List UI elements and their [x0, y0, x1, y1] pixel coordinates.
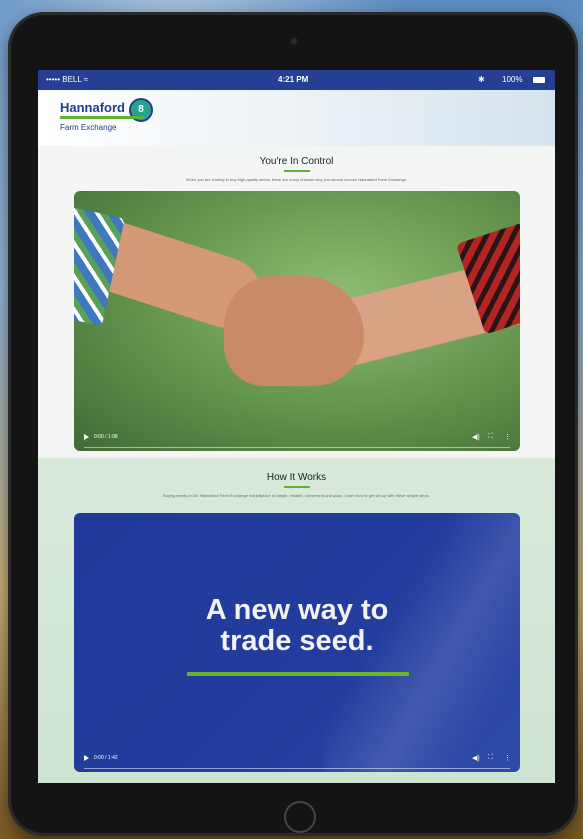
video-time: 0:00 / 1:42: [94, 755, 118, 761]
video-headline: A new way to trade seed.: [74, 595, 520, 657]
section-title-how: How It Works: [266, 472, 327, 483]
logo-subtitle: Farm Exchange: [60, 123, 117, 132]
play-icon[interactable]: [84, 755, 89, 761]
promo-video[interactable]: A new way to trade seed. 0:00 / 1:42 ◀) …: [74, 513, 520, 772]
video-time: 0:00 / 1:08: [94, 434, 118, 440]
section-underline: [284, 486, 310, 488]
fullscreen-icon[interactable]: ⛶: [488, 433, 493, 441]
clock-label: 4:21 PM: [278, 75, 309, 84]
video-progress-bar[interactable]: [84, 447, 510, 448]
tablet-screen: ••••• BELL ≈ 4:21 PM ✱ 100% Hannaford 8 …: [38, 70, 555, 783]
more-vert-icon[interactable]: ⋮: [504, 433, 511, 441]
video-controls: 0:00 / 1:42 ◀) ⛶ ⋮: [84, 754, 511, 769]
logo-title[interactable]: Hannaford: [60, 100, 125, 115]
video-controls: 0:00 / 1:08 ◀) ⛶ ⋮: [84, 433, 511, 448]
logo-underline: [60, 116, 144, 119]
camera-icon: [290, 37, 298, 45]
section-title-control: You're In Control: [259, 156, 334, 167]
site-header: Hannaford 8 Farm Exchange: [38, 90, 555, 146]
home-button[interactable]: [284, 801, 316, 833]
video-progress-bar[interactable]: [84, 768, 510, 769]
volume-icon[interactable]: ◀): [472, 754, 480, 762]
bluetooth-icon: ✱: [478, 75, 485, 84]
status-bar: ••••• BELL ≈ 4:21 PM ✱ 100%: [38, 70, 555, 90]
headline-line-1: A new way to: [205, 594, 389, 626]
handshake-video[interactable]: 0:00 / 1:08 ◀) ⛶ ⋮: [74, 191, 520, 451]
section-underline: [284, 170, 310, 172]
section-description-control: When you are looking to buy high-quality…: [185, 177, 408, 182]
clasped-hands: [224, 276, 364, 386]
battery-icon: [533, 77, 545, 83]
headline-underline: [187, 672, 409, 676]
play-icon[interactable]: [84, 434, 89, 440]
fullscreen-icon[interactable]: ⛶: [488, 754, 493, 762]
section-description-how: Buying seeds on 8X Hannaford Farm Exchan…: [163, 493, 430, 498]
more-vert-icon[interactable]: ⋮: [504, 754, 511, 762]
battery-percent: 100%: [502, 75, 523, 84]
headline-line-2: trade seed.: [220, 625, 374, 657]
carrier-label: ••••• BELL ≈: [46, 75, 89, 84]
volume-icon[interactable]: ◀): [472, 433, 480, 441]
